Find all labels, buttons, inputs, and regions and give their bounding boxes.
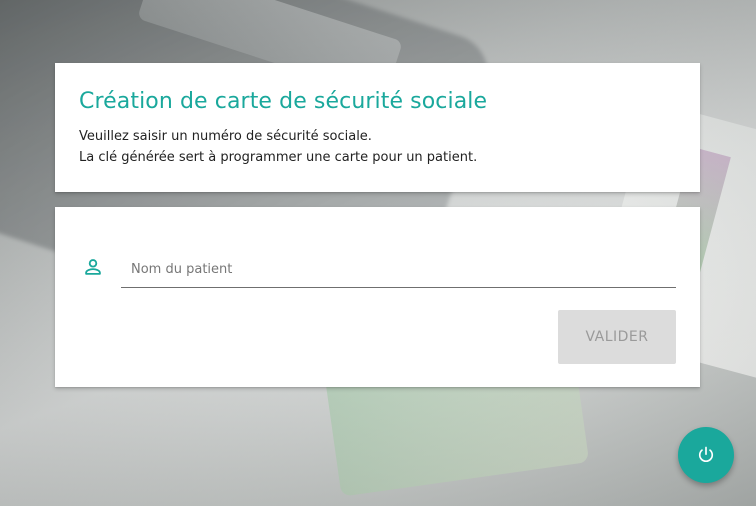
power-icon (698, 446, 714, 462)
person-icon (82, 256, 104, 278)
patient-name-field[interactable] (121, 251, 676, 288)
instruction-subtext: La clé générée sert à programmer une car… (79, 150, 478, 165)
page-title: Création de carte de sécurité sociale (79, 89, 488, 114)
instruction-text: Veuillez saisir un numéro de sécurité so… (79, 129, 372, 144)
patient-name-input[interactable] (121, 251, 676, 287)
power-button[interactable] (678, 427, 734, 483)
header-card: Création de carte de sécurité sociale Ve… (55, 63, 700, 192)
valider-button[interactable]: VALIDER (558, 310, 676, 364)
form-card: VALIDER (55, 207, 700, 387)
